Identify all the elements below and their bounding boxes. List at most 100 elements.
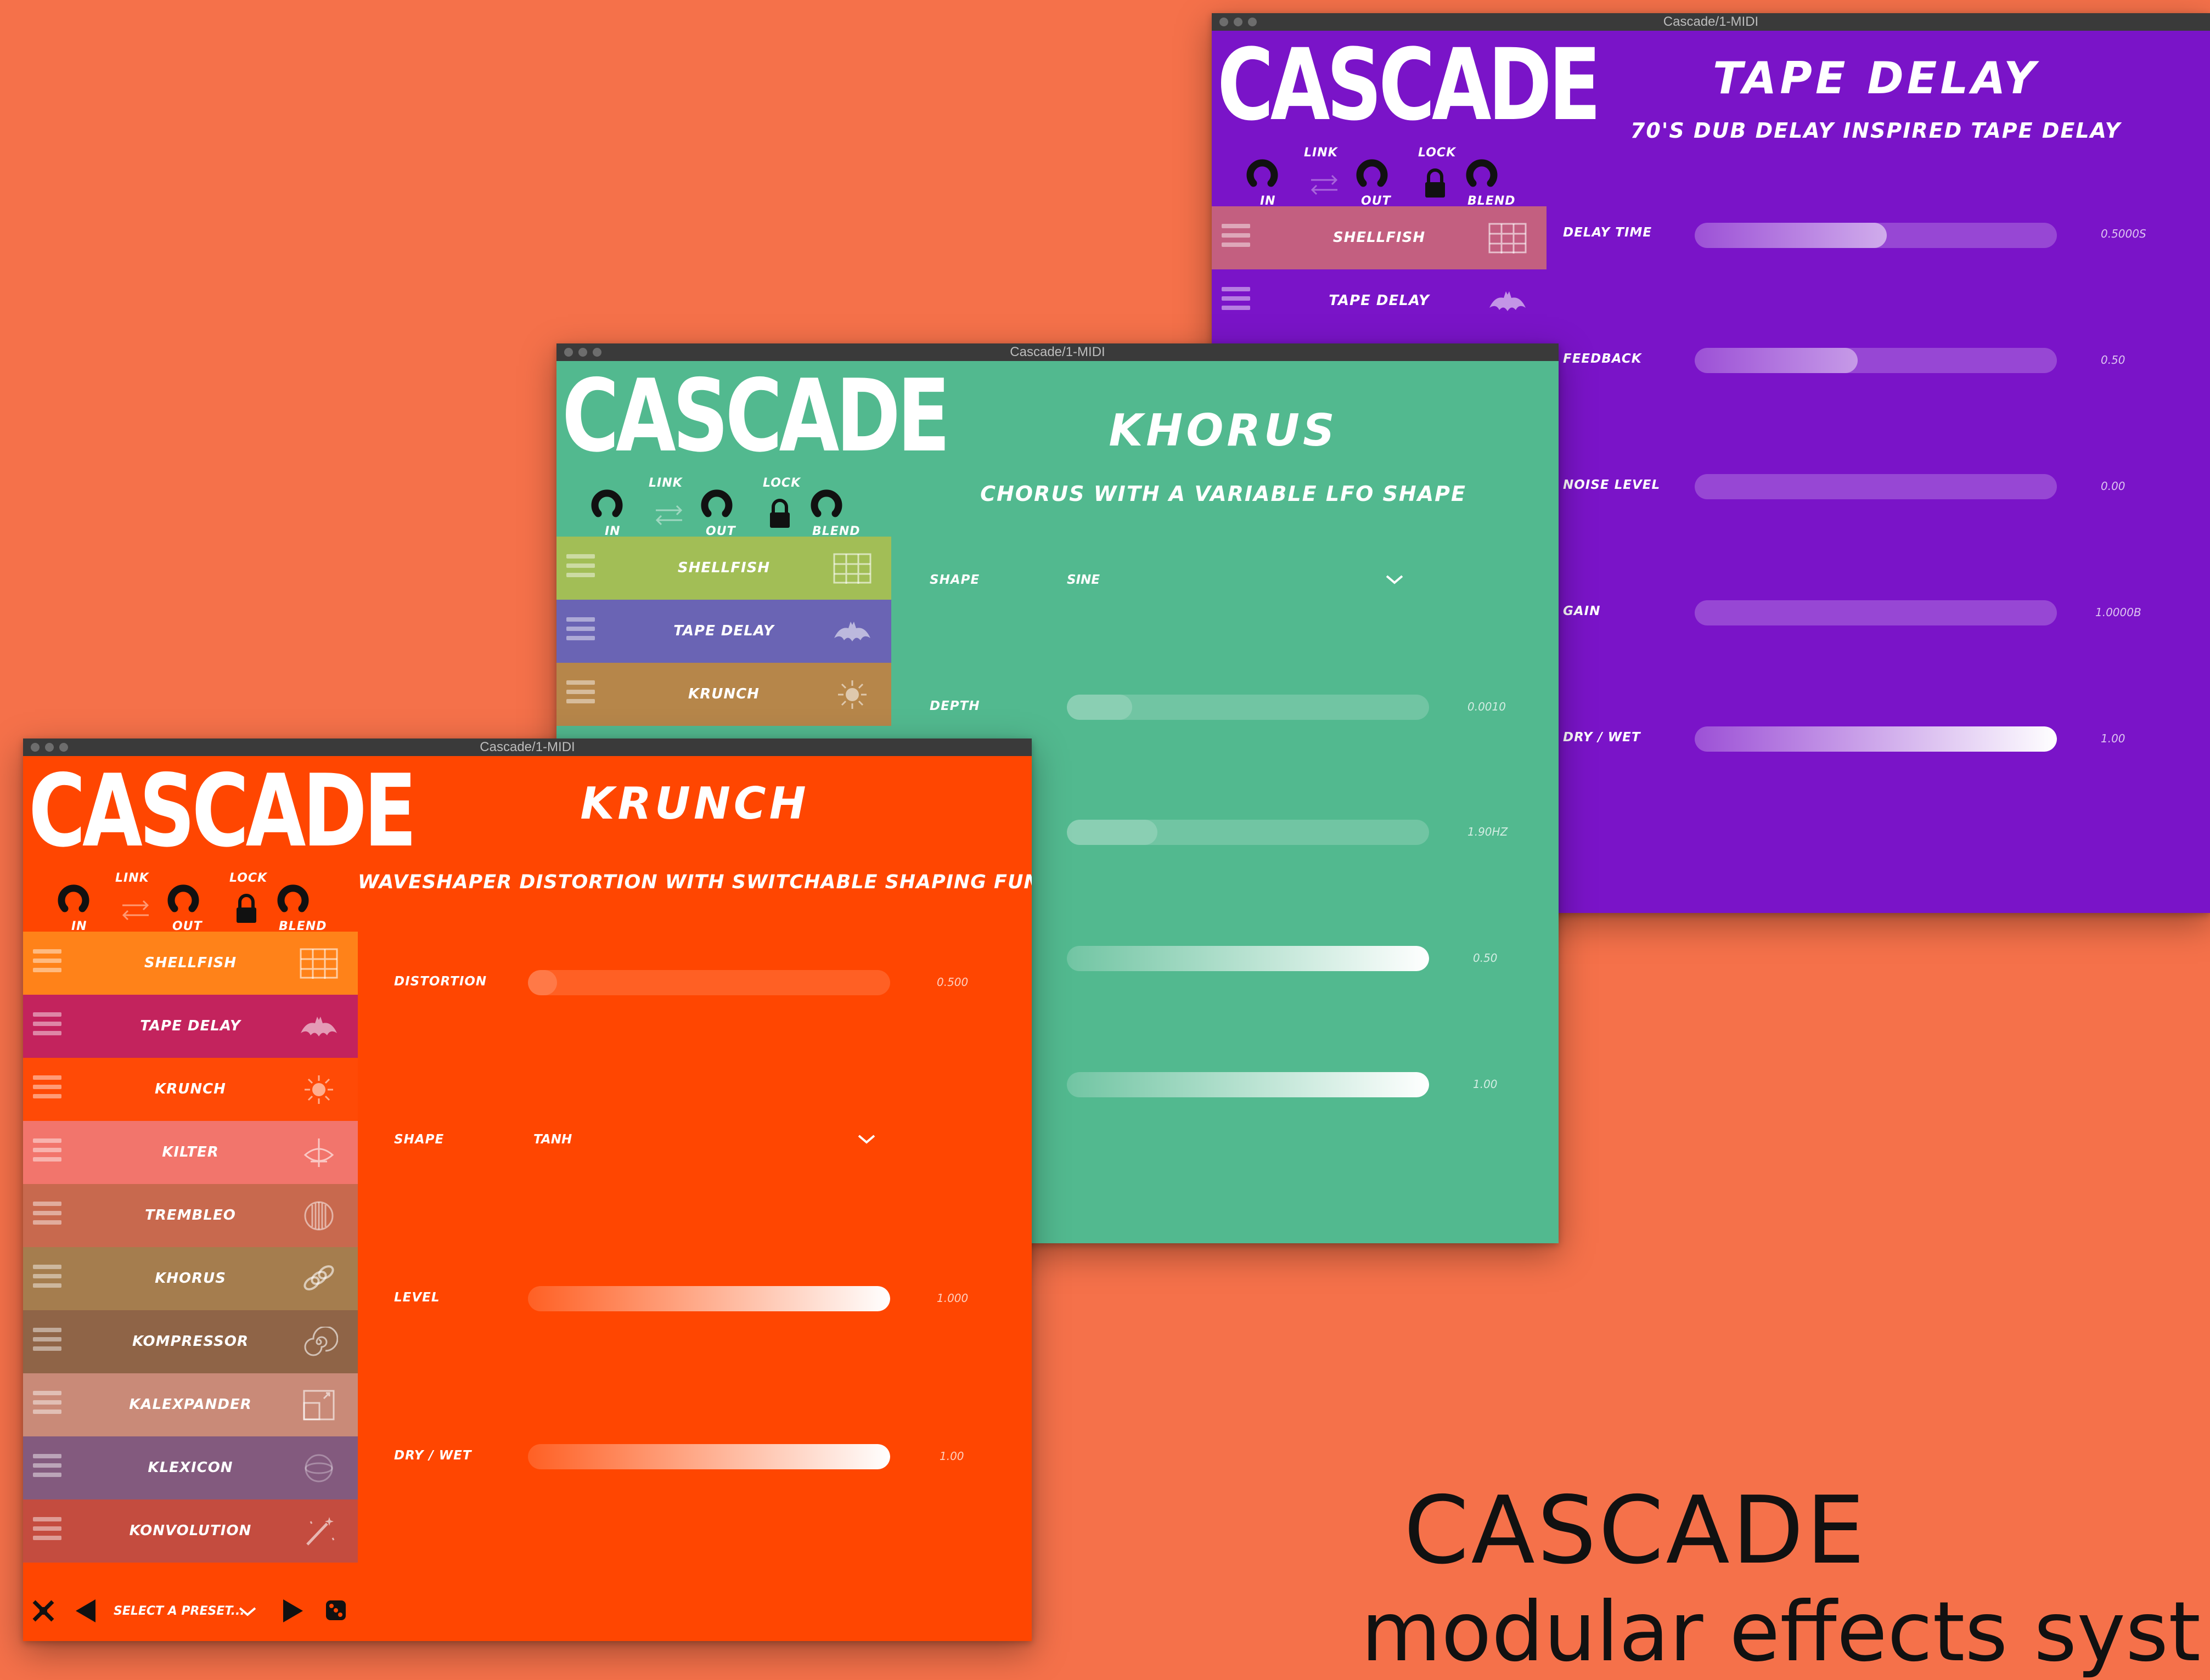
param-label: DISTORTION (394, 974, 487, 989)
sun-icon (838, 680, 867, 709)
effect-item-shellfish[interactable]: SHELLFISH (23, 932, 358, 995)
app-logo: CASCADE (1217, 28, 1601, 143)
close-button[interactable] (564, 348, 573, 357)
drag-handle-icon[interactable] (33, 1517, 61, 1544)
bat-icon (834, 622, 870, 641)
next-preset-icon[interactable] (281, 1597, 305, 1625)
close-button[interactable] (1219, 18, 1228, 26)
blend-knob-icon[interactable] (810, 486, 843, 519)
effect-item-label: SHELLFISH (144, 955, 237, 971)
effect-item-shellfish[interactable]: SHELLFISH (556, 537, 891, 600)
link-icon[interactable] (119, 899, 152, 921)
chevron-down-icon[interactable] (238, 1606, 257, 1617)
param-slider[interactable] (1067, 695, 1429, 720)
effect-item-label: KOMPRESSOR (132, 1333, 249, 1350)
param-slider[interactable] (528, 1444, 890, 1469)
effect-item-kilter[interactable]: KILTER (23, 1121, 358, 1184)
dropdown-value[interactable]: TANH (533, 1132, 572, 1147)
param-slider[interactable] (528, 970, 890, 995)
param-slider[interactable] (1067, 946, 1429, 971)
close-button[interactable] (31, 743, 40, 752)
dropdown-value[interactable]: SINE (1067, 573, 1100, 587)
preset-select[interactable]: SELECT A PRESET... (114, 1604, 245, 1618)
drag-handle-icon[interactable] (566, 617, 595, 645)
effect-item-kompressor[interactable]: KOMPRESSOR (23, 1310, 358, 1373)
effect-item-konvolution[interactable]: KONVOLUTION (23, 1499, 358, 1563)
param-slider[interactable] (1695, 726, 2057, 752)
param-label: SHAPE (394, 1132, 445, 1147)
link-icon[interactable] (1308, 173, 1341, 195)
effect-item-tape-delay[interactable]: TAPE DELAY (23, 995, 358, 1058)
zoom-button[interactable] (593, 348, 601, 357)
param-slider[interactable] (1067, 1072, 1429, 1097)
effect-item-klexicon[interactable]: KLEXICON (23, 1436, 358, 1499)
zoom-button[interactable] (59, 743, 68, 752)
effect-item-tape-delay[interactable]: TAPE DELAY (556, 600, 891, 663)
effect-item-trembleo[interactable]: TREMBLEO (23, 1184, 358, 1247)
out-knob-icon[interactable] (1356, 156, 1388, 189)
window-title: Cascade/1-MIDI (480, 740, 575, 754)
drag-handle-icon[interactable] (1222, 224, 1250, 251)
link-icon[interactable] (653, 504, 685, 526)
drag-handle-icon[interactable] (33, 1075, 61, 1103)
chevron-down-icon[interactable] (857, 1134, 876, 1145)
effect-item-krunch[interactable]: KRUNCH (23, 1058, 358, 1121)
grid-icon (300, 948, 338, 979)
blend-knob-icon[interactable] (1465, 156, 1498, 189)
effect-item-label: KONVOLUTION (129, 1523, 252, 1539)
drag-handle-icon[interactable] (33, 1454, 61, 1481)
param-value: 1.00 (940, 1450, 964, 1463)
chevron-down-icon[interactable] (1385, 574, 1404, 585)
drag-handle-icon[interactable] (33, 1202, 61, 1229)
blend-knob-icon[interactable] (277, 881, 310, 914)
effect-item-tape-delay[interactable]: TAPE DELAY (1212, 269, 1547, 332)
drag-handle-icon[interactable] (33, 1012, 61, 1040)
effect-item-krunch[interactable]: KRUNCH (556, 663, 891, 726)
effect-title: KRUNCH (580, 778, 809, 829)
effect-item-label: TAPE DELAY (673, 623, 774, 639)
minimize-button[interactable] (1234, 18, 1242, 26)
effect-item-khorus[interactable]: KHORUS (23, 1247, 358, 1310)
window-title: Cascade/1-MIDI (1663, 14, 1759, 29)
slider-fill (1067, 695, 1132, 720)
minimize-button[interactable] (578, 348, 587, 357)
param-value: 0.50 (1473, 951, 1498, 965)
param-label: LEVEL (394, 1290, 440, 1305)
preset-bar: SELECT A PRESET... (23, 1581, 358, 1641)
drag-handle-icon[interactable] (33, 1328, 61, 1355)
lock-label: LOCK (229, 871, 268, 885)
in-knob-icon[interactable] (591, 486, 623, 519)
previous-preset-icon[interactable] (74, 1597, 98, 1625)
param-slider[interactable] (1695, 223, 2057, 248)
in-knob-icon[interactable] (1246, 156, 1279, 189)
effect-title: TAPE DELAY (1712, 53, 2039, 104)
lock-icon[interactable] (234, 893, 258, 924)
lock-label: LOCK (1418, 146, 1457, 160)
lock-icon[interactable] (768, 498, 792, 529)
lock-icon[interactable] (1423, 168, 1447, 199)
minimize-button[interactable] (45, 743, 54, 752)
param-slider[interactable] (528, 1286, 890, 1311)
drag-handle-icon[interactable] (1222, 287, 1250, 314)
in-knob-icon[interactable] (57, 881, 90, 914)
param-slider[interactable] (1067, 820, 1429, 845)
drag-handle-icon[interactable] (33, 1265, 61, 1292)
drag-handle-icon[interactable] (33, 1391, 61, 1418)
effect-item-kalexpander[interactable]: KALEXPANDER (23, 1373, 358, 1436)
drag-handle-icon[interactable] (566, 554, 595, 582)
effect-item-shellfish[interactable]: SHELLFISH (1212, 206, 1547, 269)
out-knob-icon[interactable] (700, 486, 733, 519)
param-slider[interactable] (1695, 600, 2057, 625)
drag-handle-icon[interactable] (33, 1138, 61, 1166)
sun-icon (305, 1075, 333, 1104)
dice-icon[interactable] (324, 1598, 348, 1622)
drag-handle-icon[interactable] (33, 949, 61, 977)
shuffle-icon[interactable] (31, 1598, 56, 1623)
param-slider[interactable] (1695, 474, 2057, 499)
out-knob-icon[interactable] (167, 881, 200, 914)
drag-handle-icon[interactable] (566, 680, 595, 708)
link-label: LINK (115, 871, 149, 885)
grid-icon (833, 553, 871, 584)
zoom-button[interactable] (1248, 18, 1257, 26)
param-slider[interactable] (1695, 348, 2057, 373)
